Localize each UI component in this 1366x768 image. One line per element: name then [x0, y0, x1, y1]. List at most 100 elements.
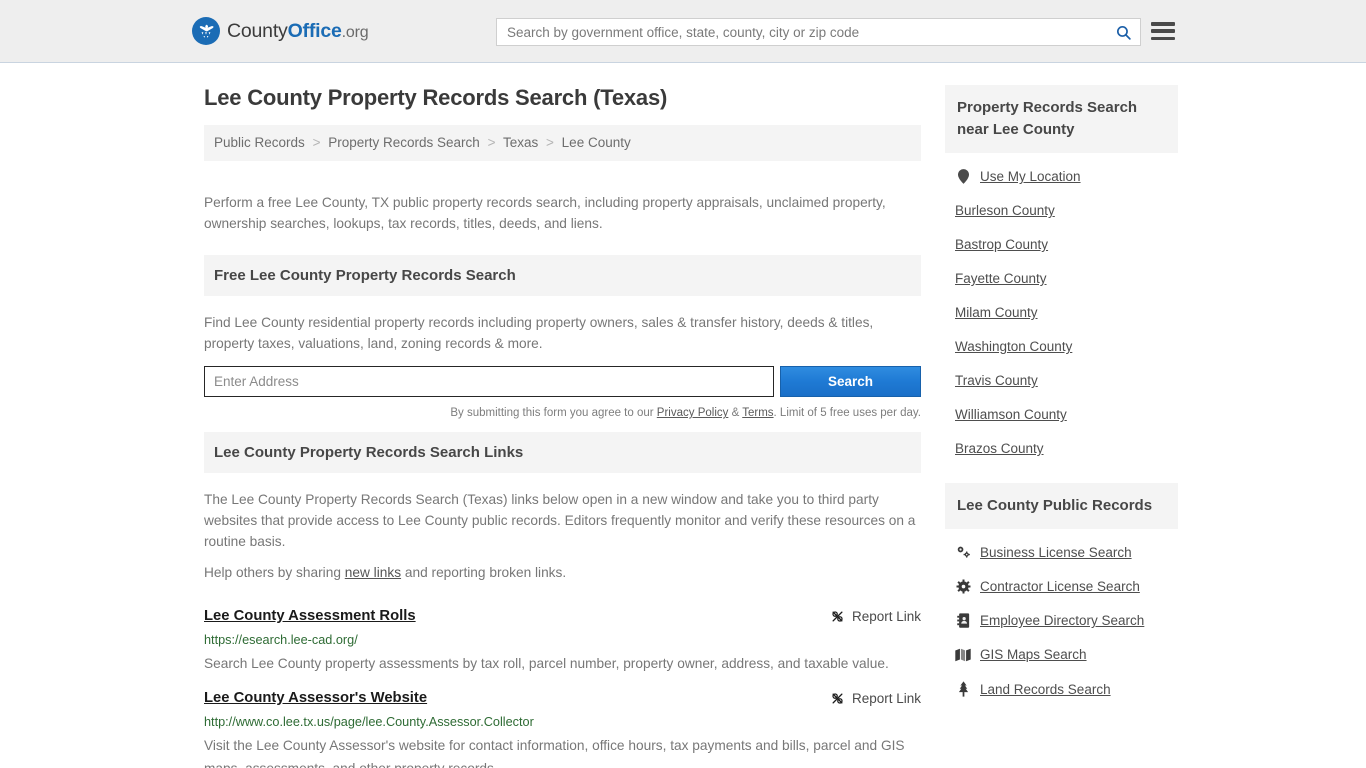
sidebar-item-washington-county[interactable]: Washington County — [955, 329, 1178, 363]
breadcrumb: Public Records > Property Records Search… — [204, 125, 921, 161]
result-item: Lee County Assessment Rolls Report Link … — [204, 593, 921, 675]
report-link-label: Report Link — [851, 691, 921, 707]
sidebar-item-business-license-search[interactable]: Business License Search — [955, 535, 1178, 569]
address-search-button[interactable]: Search — [779, 366, 921, 398]
main-content: Lee County Property Records Search (Texa… — [204, 85, 921, 768]
sidebar-item-milam-county[interactable]: Milam County — [955, 295, 1178, 329]
disclaimer-text-pre: By submitting this form you agree to our — [450, 407, 657, 420]
free-search-body: Find Lee County residential property rec… — [204, 296, 921, 419]
sidebar-link-label[interactable]: Fayette County — [955, 271, 1047, 286]
logo-text-org: .org — [341, 23, 369, 41]
breadcrumb-item-property-records-search[interactable]: Property Records Search — [328, 135, 480, 150]
hamburger-bar — [1151, 29, 1175, 33]
free-search-description: Find Lee County residential property rec… — [204, 315, 874, 352]
sidebar-item-contractor-license-search[interactable]: Contractor License Search — [955, 569, 1178, 603]
logo-text-office: Office — [287, 19, 342, 42]
map-pin-icon — [955, 169, 971, 184]
sidebar-item-bastrop-county[interactable]: Bastrop County — [955, 227, 1178, 261]
result-url: https://esearch.lee-cad.org/ — [204, 633, 358, 648]
eagle-seal-icon — [192, 17, 220, 45]
privacy-policy-link[interactable]: Privacy Policy — [657, 407, 729, 419]
page-container: Lee County Property Records Search (Texa… — [0, 63, 1366, 768]
tree-icon — [955, 681, 971, 697]
address-input[interactable] — [204, 366, 774, 398]
help-text-post: and reporting broken links. — [401, 565, 567, 581]
sidebar-link-label[interactable]: Use My Location — [980, 169, 1081, 184]
form-disclaimer: By submitting this form you agree to our… — [204, 397, 921, 419]
report-link-label: Report Link — [851, 609, 921, 625]
links-section-body: The Lee County Property Records Search (… — [204, 473, 921, 768]
sidebar-public-records-header: Lee County Public Records — [945, 483, 1178, 529]
sidebar-link-label[interactable]: Land Records Search — [980, 682, 1111, 697]
sidebar-nearby-heading: Property Records Search near Lee County — [957, 99, 1138, 138]
sidebar-link-label[interactable]: Milam County — [955, 305, 1038, 320]
sidebar-item-williamson-county[interactable]: Williamson County — [955, 397, 1178, 431]
logo-text-county: County — [227, 19, 288, 42]
sidebar-link-label[interactable]: Burleson County — [955, 203, 1055, 218]
breadcrumb-item-texas[interactable]: Texas — [503, 135, 538, 150]
breadcrumb-item-lee-county[interactable]: Lee County — [562, 135, 631, 150]
sidebar-item-fayette-county[interactable]: Fayette County — [955, 261, 1178, 295]
breadcrumb-item-public-records[interactable]: Public Records — [214, 135, 305, 150]
sidebar-item-land-records-search[interactable]: Land Records Search — [955, 671, 1178, 706]
result-url: http://www.co.lee.tx.us/page/lee.County.… — [204, 715, 534, 730]
terms-link[interactable]: Terms — [742, 407, 773, 419]
sidebar-link-label[interactable]: GIS Maps Search — [980, 647, 1087, 662]
site-logo[interactable]: CountyOffice.org — [192, 17, 369, 45]
broken-link-icon — [832, 693, 843, 704]
sidebar-link-label[interactable]: Williamson County — [955, 407, 1067, 422]
hamburger-bar — [1151, 36, 1175, 40]
header-search-box[interactable] — [496, 18, 1141, 46]
cogs-icon — [955, 546, 971, 560]
page-intro-text: Perform a free Lee County, TX public pro… — [204, 194, 886, 231]
disclaimer-text-post: . Limit of 5 free uses per day. — [773, 407, 921, 420]
breadcrumb-separator: > — [312, 135, 321, 150]
sidebar-link-label[interactable]: Bastrop County — [955, 237, 1048, 252]
result-title-link[interactable]: Lee County Assessor's Website — [204, 690, 427, 706]
cog-icon — [955, 579, 971, 594]
sidebar-link-label[interactable]: Washington County — [955, 339, 1072, 354]
free-search-heading: Free Lee County Property Records Search — [214, 267, 516, 285]
links-section-header: Lee County Property Records Search Links — [204, 432, 921, 474]
help-text-pre: Help others by sharing — [204, 565, 345, 581]
sidebar-link-label[interactable]: Contractor License Search — [980, 579, 1140, 594]
sidebar-item-travis-county[interactable]: Travis County — [955, 363, 1178, 397]
sidebar-item-use-my-location[interactable]: Use My Location — [955, 159, 1178, 193]
search-input[interactable] — [497, 19, 1106, 45]
map-icon — [955, 648, 971, 662]
result-item: Lee County Assessor's Website Report Lin… — [204, 675, 921, 768]
sidebar-item-gis-maps-search[interactable]: GIS Maps Search — [955, 637, 1178, 671]
report-link-button[interactable]: Report Link — [830, 690, 921, 706]
sidebar-link-label[interactable]: Business License Search — [980, 545, 1132, 560]
hamburger-bar — [1151, 22, 1175, 26]
sidebar: Property Records Search near Lee County … — [945, 85, 1178, 768]
address-search-form: Search — [204, 366, 921, 398]
sidebar-link-label[interactable]: Employee Directory Search — [980, 613, 1144, 628]
sidebar-nearby-header: Property Records Search near Lee County — [945, 85, 1178, 153]
sidebar-item-burleson-county[interactable]: Burleson County — [955, 193, 1178, 227]
logo-text: CountyOffice.org — [227, 19, 369, 43]
sidebar-item-employee-directory-search[interactable]: Employee Directory Search — [955, 603, 1178, 637]
links-section-paragraph: The Lee County Property Records Search (… — [204, 492, 916, 550]
search-submit-button[interactable] — [1106, 19, 1140, 45]
result-description: Visit the Lee County Assessor's website … — [204, 738, 905, 768]
breadcrumb-separator: > — [487, 135, 496, 150]
page-title: Lee County Property Records Search (Texa… — [204, 85, 668, 110]
new-links-link[interactable]: new links — [345, 565, 401, 580]
sidebar-nearby-list: Use My Location Burleson County Bastrop … — [945, 153, 1178, 465]
site-header: CountyOffice.org — [0, 0, 1366, 63]
address-book-icon — [955, 613, 971, 628]
sidebar-link-label[interactable]: Brazos County — [955, 441, 1044, 456]
breadcrumb-separator: > — [546, 135, 554, 150]
sidebar-link-label[interactable]: Travis County — [955, 373, 1038, 388]
sidebar-public-records-heading: Lee County Public Records — [957, 497, 1153, 514]
hamburger-menu-icon[interactable] — [1151, 20, 1175, 42]
sidebar-item-brazos-county[interactable]: Brazos County — [955, 431, 1178, 465]
report-link-button[interactable]: Report Link — [830, 608, 921, 624]
disclaimer-amp: & — [728, 407, 743, 420]
free-search-header: Free Lee County Property Records Search — [204, 255, 921, 297]
result-title-link[interactable]: Lee County Assessment Rolls — [204, 608, 416, 624]
broken-link-icon — [832, 611, 843, 622]
result-description: Search Lee County property assessments b… — [204, 656, 889, 672]
links-section-heading: Lee County Property Records Search Links — [214, 444, 524, 462]
